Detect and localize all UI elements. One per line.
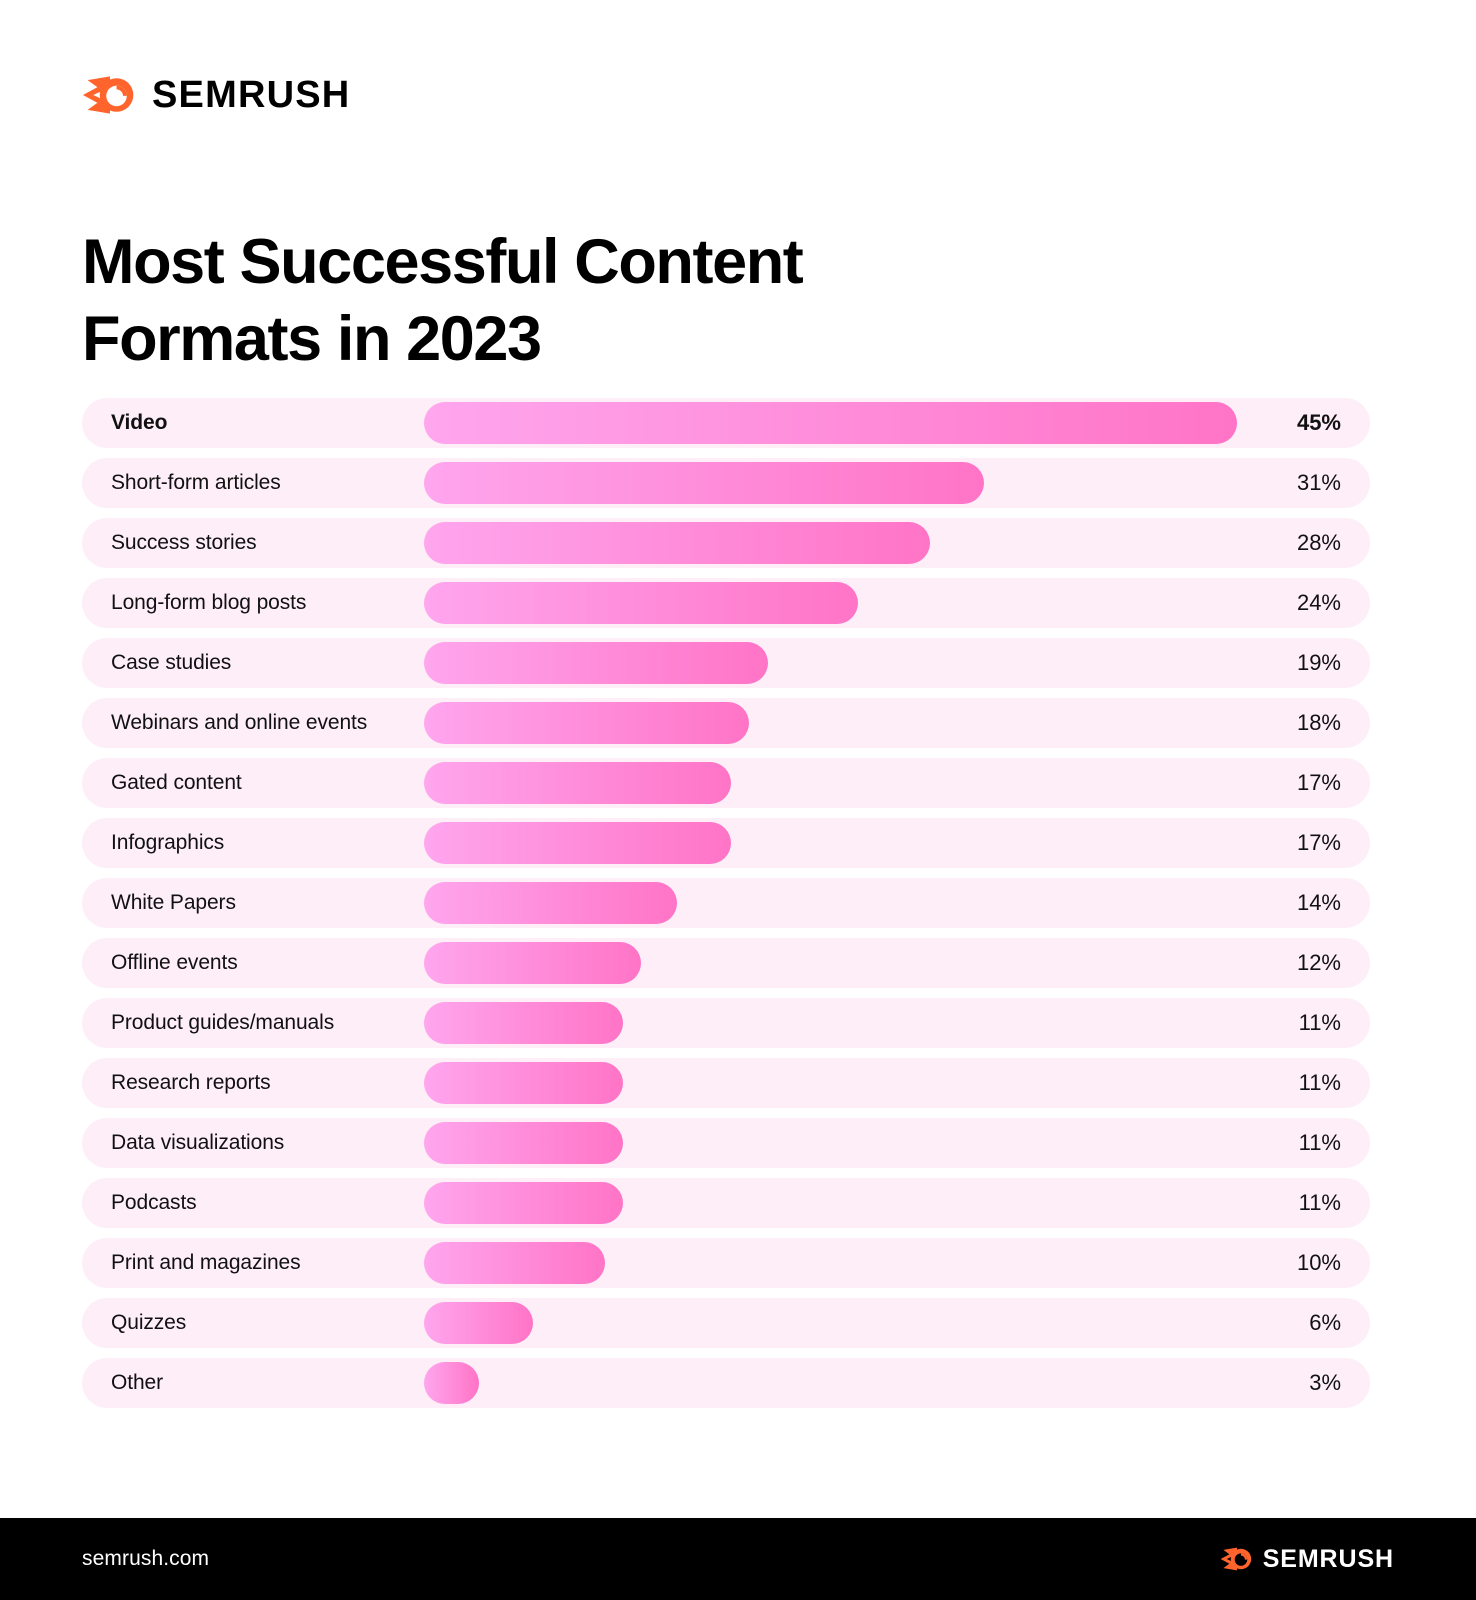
footer-wordmark: SEMRUSH: [1262, 1544, 1394, 1573]
row-label: Research reports: [111, 1071, 271, 1094]
table-row: Long-form blog posts 24%: [82, 578, 1370, 628]
bar-fill: [424, 1122, 623, 1164]
row-value: 3%: [1309, 1370, 1341, 1395]
bar-track: [424, 1238, 1254, 1288]
row-label: Product guides/manuals: [111, 1011, 335, 1034]
table-row: Case studies 19%: [82, 638, 1370, 688]
row-label: Case studies: [111, 651, 232, 674]
bar-fill: [424, 402, 1237, 444]
table-row: Infographics 17%: [82, 818, 1370, 868]
bar-track: [424, 1298, 1254, 1348]
table-row: Product guides/manuals 11%: [82, 998, 1370, 1048]
bar-track: [424, 578, 1254, 628]
bar-track: [424, 638, 1254, 688]
row-label: Other: [111, 1371, 164, 1394]
row-label: Success stories: [111, 531, 257, 554]
bar-track: [424, 518, 1254, 568]
bar-fill: [424, 642, 768, 684]
row-value: 31%: [1296, 470, 1341, 495]
bar-fill: [424, 582, 858, 624]
row-label: Data visualizations: [111, 1131, 285, 1154]
bar-fill: [424, 1302, 533, 1344]
row-value: 19%: [1296, 650, 1341, 675]
row-label: Webinars and online events: [111, 711, 368, 734]
bar-track: [424, 1178, 1254, 1228]
bar-track: [424, 1118, 1254, 1168]
bar-track: [424, 1358, 1254, 1408]
row-value: 12%: [1296, 950, 1341, 975]
bar-track: [424, 1058, 1254, 1108]
footer-url[interactable]: semrush.com: [82, 1547, 209, 1571]
bar-fill: [424, 1242, 605, 1284]
bar-track: [424, 818, 1254, 868]
bar-fill: [424, 702, 749, 744]
bar-track: [424, 878, 1254, 928]
bar-track: [424, 758, 1254, 808]
row-value: 17%: [1296, 770, 1341, 795]
bar-fill: [424, 882, 677, 924]
row-label: Infographics: [111, 831, 225, 854]
bar-fill: [424, 1002, 623, 1044]
row-value: 6%: [1309, 1310, 1341, 1335]
table-row: Other 3%: [82, 1358, 1370, 1408]
row-label: Print and magazines: [111, 1251, 301, 1274]
row-label: White Papers: [111, 891, 236, 914]
bar-chart: Video 45% Short-form articles 31% Succes…: [82, 398, 1370, 1408]
table-row: Success stories 28%: [82, 518, 1370, 568]
table-row: Webinars and online events 18%: [82, 698, 1370, 748]
row-value: 45%: [1296, 410, 1341, 435]
bar-fill: [424, 522, 930, 564]
row-value: 28%: [1296, 530, 1341, 555]
row-label: Short-form articles: [111, 471, 281, 494]
table-row: Video 45%: [82, 398, 1370, 448]
row-label: Quizzes: [111, 1311, 187, 1334]
page-title: Most Successful Content Formats in 2023: [82, 227, 804, 375]
bar-fill: [424, 942, 641, 984]
row-value: 18%: [1296, 710, 1341, 735]
table-row: Print and magazines 10%: [82, 1238, 1370, 1288]
row-label: Offline events: [111, 951, 238, 974]
table-row: Gated content 17%: [82, 758, 1370, 808]
bar-track: [424, 938, 1254, 988]
bar-fill: [424, 462, 984, 504]
semrush-comet-icon: [1220, 1545, 1254, 1573]
row-label: Long-form blog posts: [111, 591, 307, 614]
row-value: 24%: [1296, 590, 1341, 615]
table-row: Data visualizations 11%: [82, 1118, 1370, 1168]
row-value: 11%: [1298, 1070, 1341, 1095]
bar-track: [424, 698, 1254, 748]
row-label: Podcasts: [111, 1191, 197, 1214]
row-label: Video: [111, 411, 168, 434]
bar-fill: [424, 1362, 479, 1404]
row-label: Gated content: [111, 771, 242, 794]
semrush-comet-icon: [82, 72, 138, 118]
row-value: 11%: [1298, 1010, 1341, 1035]
row-value: 11%: [1298, 1190, 1341, 1215]
row-value: 10%: [1296, 1250, 1341, 1275]
bar-track: [424, 458, 1254, 508]
bar-fill: [424, 1182, 623, 1224]
table-row: White Papers 14%: [82, 878, 1370, 928]
brand-header: SEMRUSH: [82, 72, 350, 118]
table-row: Short-form articles 31%: [82, 458, 1370, 508]
row-value: 17%: [1296, 830, 1341, 855]
bar-fill: [424, 762, 731, 804]
bar-fill: [424, 1062, 623, 1104]
bar-fill: [424, 822, 731, 864]
table-row: Research reports 11%: [82, 1058, 1370, 1108]
table-row: Quizzes 6%: [82, 1298, 1370, 1348]
row-value: 14%: [1296, 890, 1341, 915]
row-value: 11%: [1298, 1130, 1341, 1155]
page-footer: semrush.com SEMRUSH: [0, 1518, 1476, 1600]
brand-wordmark: SEMRUSH: [152, 74, 351, 116]
bar-track: [424, 998, 1254, 1048]
table-row: Podcasts 11%: [82, 1178, 1370, 1228]
bar-track: [424, 398, 1254, 448]
footer-brand: SEMRUSH: [1220, 1545, 1394, 1573]
table-row: Offline events 12%: [82, 938, 1370, 988]
